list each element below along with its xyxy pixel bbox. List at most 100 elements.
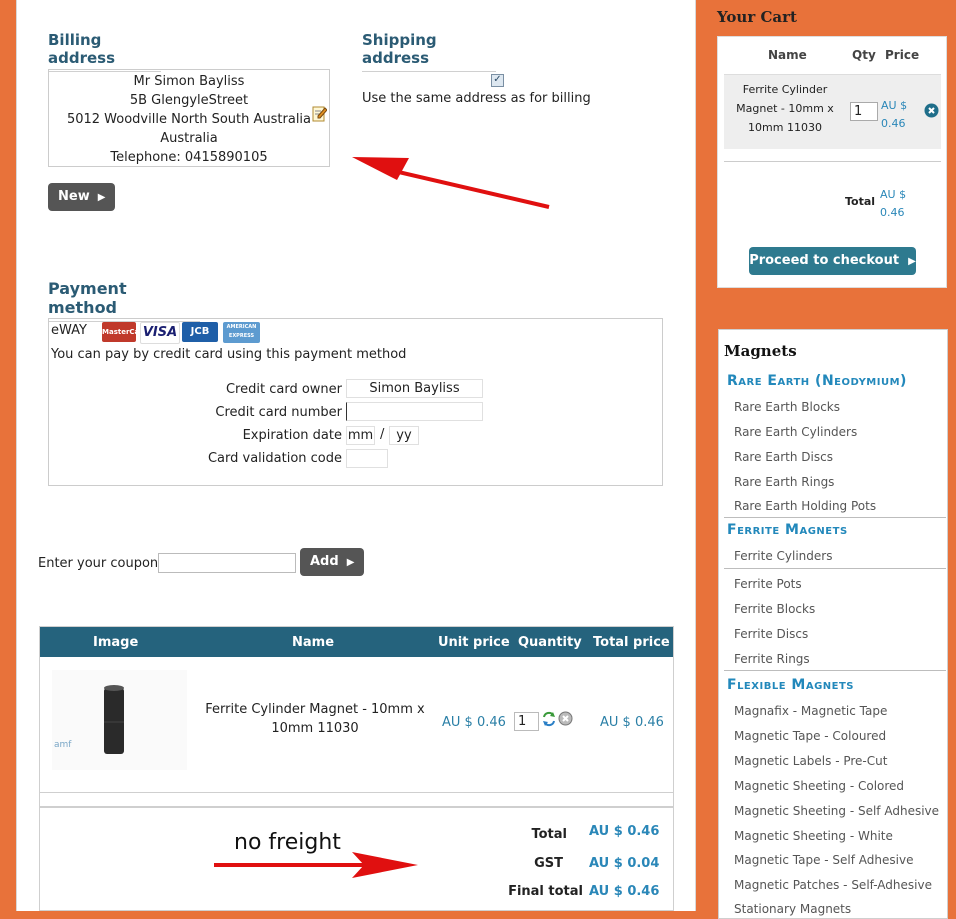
- table-header: Image Name Unit price Quantity Total pri…: [40, 627, 673, 657]
- totals-divider: [40, 806, 673, 808]
- cvc-input[interactable]: [346, 449, 388, 468]
- cart-divider: [724, 161, 941, 162]
- payment-box: eWAY MasterCard VISA JCB AMERICAN EXPRES…: [48, 318, 663, 486]
- jcb-icon: JCB: [182, 322, 218, 342]
- total-label: Total: [531, 827, 567, 842]
- menu-item-rare-earth-blocks[interactable]: Rare Earth Blocks: [734, 400, 840, 414]
- checkout-main: Billing address Mr Simon Bayliss 5B Glen…: [16, 0, 696, 911]
- number-label: Credit card number: [215, 405, 342, 420]
- final-total-value: AU $ 0.46: [589, 884, 660, 899]
- menu-separator: [724, 568, 946, 569]
- owner-input[interactable]: Simon Bayliss: [346, 379, 483, 398]
- menu-item-tape-coloured[interactable]: Magnetic Tape - Coloured: [734, 729, 886, 743]
- header-quantity: Quantity: [518, 635, 582, 650]
- proceed-label: Proceed to checkout: [749, 253, 900, 268]
- play-icon: ▶: [908, 256, 916, 267]
- gst-value: AU $ 0.04: [589, 856, 660, 871]
- billing-street: 5B GlengyleStreet: [129, 93, 249, 108]
- play-icon: ▶: [346, 557, 355, 568]
- menu-item-ferrite-cylinders[interactable]: Ferrite Cylinders: [734, 549, 832, 563]
- menu-item-sheeting-colored[interactable]: Magnetic Sheeting - Colored: [734, 779, 904, 793]
- menu-item-tape-self-adhesive[interactable]: Magnetic Tape - Self Adhesive: [734, 853, 913, 867]
- menu-item-rare-earth-rings[interactable]: Rare Earth Rings: [734, 475, 834, 489]
- play-icon: ▶: [97, 192, 106, 203]
- product-name-line1: Ferrite Cylinder Magnet - 10mm x: [205, 702, 425, 717]
- cart-panel: Your Cart Name Qty Price Ferrite Cylinde…: [708, 0, 948, 291]
- header-name: Name: [292, 635, 335, 650]
- header-unit-price: Unit price: [438, 635, 510, 650]
- expiry-month-input[interactable]: mm: [346, 426, 375, 445]
- cart-item-line1: Ferrite Cylinder: [742, 83, 828, 96]
- billing-name: Mr Simon Bayliss: [133, 74, 245, 89]
- cart-header-price: Price: [885, 48, 920, 62]
- product-name-line2: 10mm 11030: [271, 721, 359, 736]
- red-arrow-annotation: [352, 157, 550, 209]
- billing-city: 5012 Woodville North South Australia: [66, 112, 312, 127]
- row-divider: [40, 792, 673, 793]
- menu-item-sheeting-self-adhesive[interactable]: Magnetic Sheeting - Self Adhesive: [734, 804, 939, 818]
- quantity-input[interactable]: 1: [514, 712, 539, 731]
- menu-item-patches-self-adhesive[interactable]: Magnetic Patches - Self-Adhesive: [734, 878, 932, 892]
- expiry-label: Expiration date: [242, 428, 342, 443]
- owner-label: Credit card owner: [225, 382, 342, 397]
- delete-icon[interactable]: [558, 711, 573, 726]
- add-button-label: Add: [310, 554, 339, 569]
- menu-item-sheeting-white[interactable]: Magnetic Sheeting - White: [734, 829, 893, 843]
- amex-icon: AMERICAN EXPRESS: [223, 322, 260, 343]
- header-image: Image: [93, 635, 139, 650]
- menu-head-ferrite[interactable]: Ferrite Magnets: [727, 522, 848, 538]
- cart-item-line2: Magnet - 10mm x: [736, 102, 834, 115]
- header-total-price: Total price: [593, 635, 670, 650]
- coupon-label: Enter your coupon: [38, 556, 159, 571]
- total-value: AU $ 0.46: [589, 824, 660, 839]
- menu-item-ferrite-pots[interactable]: Ferrite Pots: [734, 577, 802, 591]
- menu-item-stationary-magnets[interactable]: Stationary Magnets: [734, 902, 851, 916]
- product-image[interactable]: amf: [52, 670, 187, 770]
- gst-label: GST: [534, 856, 563, 871]
- cart-box: Name Qty Price Ferrite Cylinder Magnet -…: [717, 36, 947, 288]
- edit-icon[interactable]: [312, 106, 327, 122]
- shipping-title: Shipping address: [362, 31, 496, 72]
- billing-country: Australia: [160, 131, 218, 146]
- cart-price-line2: 0.46: [881, 117, 906, 130]
- menu-item-rare-earth-cylinders[interactable]: Rare Earth Cylinders: [734, 425, 857, 439]
- cart-item-line3: 10mm 11030: [748, 121, 822, 134]
- expiry-separator: /: [380, 427, 385, 442]
- menu-head-rare-earth[interactable]: Rare Earth (Neodymium): [727, 373, 907, 389]
- menu-item-ferrite-rings[interactable]: Ferrite Rings: [734, 652, 810, 666]
- category-menu: Magnets Rare Earth (Neodymium) Rare Eart…: [718, 329, 948, 919]
- cart-header-qty: Qty: [852, 48, 876, 62]
- refresh-icon[interactable]: [542, 711, 556, 727]
- cvc-label: Card validation code: [207, 451, 342, 466]
- mastercard-icon: MasterCard: [102, 322, 148, 342]
- cart-item-row: Ferrite Cylinder Magnet - 10mm x 10mm 11…: [724, 74, 941, 149]
- cart-price-line1: AU $: [881, 99, 908, 112]
- coupon-input[interactable]: [158, 553, 296, 573]
- expiry-year-input[interactable]: yy: [389, 426, 419, 445]
- same-address-checkbox[interactable]: ✓: [491, 74, 504, 87]
- new-button-label: New: [58, 189, 90, 204]
- proceed-to-checkout-button[interactable]: Proceed to checkout ▶: [749, 247, 916, 275]
- cart-qty-input[interactable]: 1: [850, 102, 878, 121]
- add-coupon-button[interactable]: Add ▶: [300, 548, 365, 576]
- product-name[interactable]: Ferrite Cylinder Magnet - 10mm x 10mm 11…: [205, 700, 425, 738]
- billing-telephone: Telephone: 0415890105: [110, 150, 268, 165]
- unit-price: AU $ 0.46: [442, 715, 506, 730]
- cart-total-line1: AU $: [880, 188, 907, 201]
- billing-title: Billing address: [48, 31, 161, 72]
- menu-head-flexible[interactable]: Flexible Magnets: [727, 677, 854, 693]
- menu-item-rare-earth-holding-pots[interactable]: Rare Earth Holding Pots: [734, 499, 876, 513]
- final-total-label: Final total: [508, 884, 583, 899]
- cart-item-name[interactable]: Ferrite Cylinder Magnet - 10mm x 10mm 11…: [726, 80, 844, 137]
- cart-total-label: Total: [845, 195, 876, 208]
- menu-item-ferrite-discs[interactable]: Ferrite Discs: [734, 627, 808, 641]
- new-address-button[interactable]: New ▶: [48, 183, 116, 211]
- remove-item-icon[interactable]: [924, 103, 939, 118]
- visa-icon: VISA: [140, 322, 180, 344]
- menu-item-labels-pre-cut[interactable]: Magnetic Labels - Pre-Cut: [734, 754, 887, 768]
- menu-item-ferrite-blocks[interactable]: Ferrite Blocks: [734, 602, 815, 616]
- row-total-price: AU $ 0.46: [600, 715, 664, 730]
- menu-item-magnafix[interactable]: Magnafix - Magnetic Tape: [734, 704, 887, 718]
- menu-item-rare-earth-discs[interactable]: Rare Earth Discs: [734, 450, 833, 464]
- card-number-input[interactable]: [346, 402, 483, 421]
